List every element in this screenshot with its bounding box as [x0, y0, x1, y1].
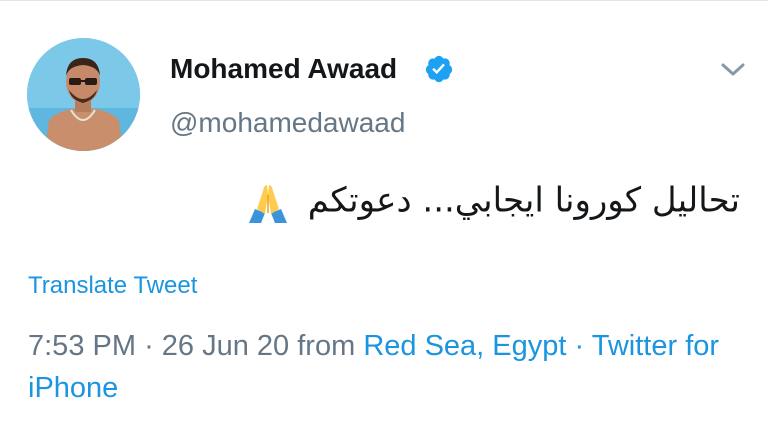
author-name[interactable]: Mohamed Awaad	[170, 53, 397, 85]
meta-separator-2: ·	[574, 330, 585, 362]
tweet-text-body: تحاليل كورونا ايجابي... دعوتكم	[307, 180, 740, 221]
verified-badge-icon	[425, 55, 453, 83]
avatar[interactable]	[27, 38, 140, 151]
chevron-down-icon[interactable]	[719, 61, 747, 79]
location-link[interactable]: Red Sea, Egypt	[363, 330, 566, 362]
tweet-date[interactable]: 26 Jun 20	[162, 330, 289, 362]
tweet-time[interactable]: 7:53 PM	[28, 330, 136, 362]
from-label: from	[297, 330, 356, 362]
author-handle[interactable]: @mohamedawaad	[170, 107, 405, 139]
tweet-text: تحاليل كورونا ايجابي... دعوتكم	[245, 179, 740, 225]
folded-hands-emoji-icon	[248, 185, 287, 223]
tweet-card: Mohamed Awaad @mohamedawaad تحاليل كورون…	[0, 0, 768, 425]
meta-separator: ·	[144, 330, 154, 362]
tweet-meta: 7:53 PM · 26 Jun 20 from Red Sea, Egypt …	[28, 325, 740, 409]
translate-tweet-link[interactable]: Translate Tweet	[28, 272, 197, 300]
